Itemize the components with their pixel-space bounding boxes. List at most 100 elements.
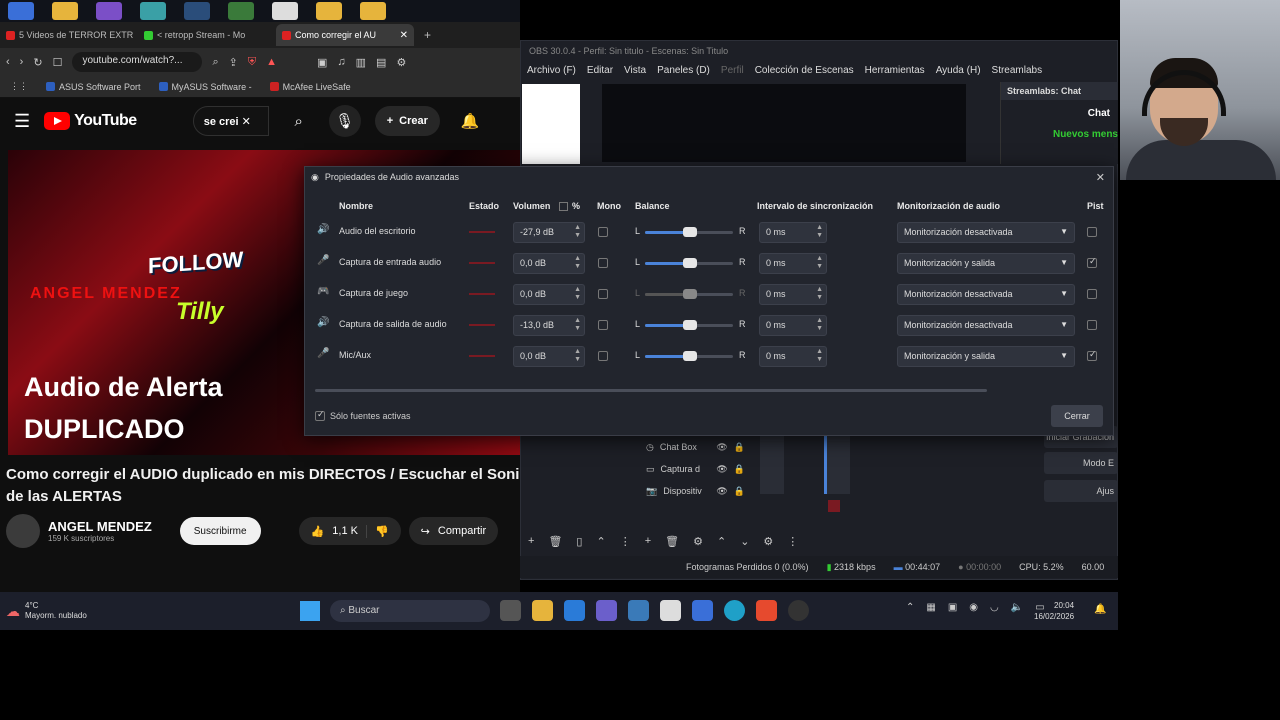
horizontal-scrollbar[interactable] [315, 389, 987, 392]
subscribe-button[interactable]: Suscribirme [179, 517, 261, 545]
like-button[interactable]: 👍 1,1 K 👎 [298, 517, 401, 545]
close-button[interactable]: Cerrar [1051, 405, 1103, 427]
volume-spinbox[interactable]: -27,9 dB ▲ ▼ [513, 222, 585, 243]
folder-icon[interactable] [360, 2, 386, 20]
vpn-icon[interactable]: ⚙ [396, 56, 406, 69]
up-icon[interactable]: ⌃ [596, 535, 605, 548]
volume-spinbox[interactable]: 0,0 dB ▲ ▼ [513, 346, 585, 367]
lock-icon[interactable]: 🔒 [734, 486, 745, 497]
app-icon[interactable] [228, 2, 254, 20]
back-icon[interactable]: ‹ [6, 56, 10, 68]
spin-arrows-icon[interactable]: ▲ ▼ [816, 255, 823, 271]
notification-icon[interactable]: 🔔 [1094, 604, 1106, 615]
menu-archivo[interactable]: Archivo (F) [527, 65, 576, 79]
monitoring-dropdown[interactable]: Monitorización y salida ▼ [897, 346, 1075, 367]
spin-arrows-icon[interactable]: ▲ ▼ [574, 317, 581, 333]
sync-offset-spinbox[interactable]: 0 ms ▲ ▼ [759, 346, 827, 367]
app-icon[interactable] [692, 600, 713, 621]
monitoring-dropdown[interactable]: Monitorización desactivada ▼ [897, 284, 1075, 305]
balance-handle[interactable] [683, 289, 697, 299]
avatar[interactable] [6, 514, 40, 548]
taskview-icon[interactable] [500, 600, 521, 621]
monitoring-dropdown[interactable]: Monitorización y salida ▼ [897, 253, 1075, 274]
menu-icon[interactable]: ☰ [14, 111, 30, 132]
browser-tab[interactable]: 5 Videos de TERROR EXTR [0, 24, 138, 46]
mono-checkbox[interactable] [598, 351, 608, 361]
vscode-icon[interactable] [564, 600, 585, 621]
source-item[interactable]: 📷 Dispositiv 👁 🔒 [640, 480, 745, 502]
mute-indicator[interactable] [828, 500, 840, 512]
close-icon[interactable]: ✕ [1096, 171, 1105, 184]
balance-handle[interactable] [683, 351, 697, 361]
add-icon[interactable]: + [528, 535, 534, 547]
track-checkbox[interactable] [1087, 256, 1097, 268]
extensions-icon[interactable]: ▣ [317, 56, 327, 69]
spin-arrows-icon[interactable]: ▲ ▼ [816, 317, 823, 333]
tray-icon[interactable]: ◉ [969, 602, 978, 613]
wallet-icon[interactable]: ▤ [376, 56, 386, 69]
sync-offset-spinbox[interactable]: 0 ms ▲ ▼ [759, 253, 827, 274]
filter-icon[interactable]: ▯ [576, 535, 582, 548]
obs-app-icon[interactable] [788, 600, 809, 621]
mixer-fader[interactable] [824, 436, 827, 494]
brave-shield-icon[interactable]: ⛨ [248, 56, 256, 69]
rewards-icon[interactable]: ▲ [266, 56, 277, 68]
url-field[interactable]: youtube.com/watch?... [72, 52, 203, 72]
trash-icon[interactable]: 🗑 [548, 535, 562, 548]
up-icon[interactable]: ⌃ [717, 535, 726, 548]
spin-arrows-icon[interactable]: ▲ ▼ [574, 286, 581, 302]
menu-editar[interactable]: Editar [587, 65, 613, 79]
trash-icon[interactable]: 🗑 [665, 535, 679, 548]
tray-icon[interactable]: ▦ [926, 602, 935, 613]
volume-spinbox[interactable]: 0,0 dB ▲ ▼ [513, 284, 585, 305]
windows-start-icon[interactable] [300, 601, 320, 621]
menu-perfil[interactable]: Perfil [721, 65, 744, 79]
youtube-logo[interactable]: YouTube [44, 112, 137, 130]
bookmark-item[interactable]: MyASUS Software - [158, 82, 252, 92]
zoom-icon[interactable]: ⌕ [212, 56, 218, 69]
track-checkbox[interactable] [1087, 227, 1097, 237]
volume-spinbox[interactable]: 0,0 dB ▲ ▼ [513, 253, 585, 274]
create-button[interactable]: + Crear [374, 106, 440, 136]
microphone-icon[interactable]: 🎙 [328, 105, 361, 137]
mono-checkbox[interactable] [598, 258, 608, 268]
brave-icon[interactable] [756, 600, 777, 621]
steam-icon[interactable] [184, 2, 210, 20]
spin-arrows-icon[interactable]: ▲ ▼ [574, 224, 581, 240]
clear-icon[interactable]: ✕ [242, 116, 251, 128]
sync-offset-spinbox[interactable]: 0 ms ▲ ▼ [759, 284, 827, 305]
eye-icon[interactable]: 👁 [716, 486, 727, 497]
source-item[interactable]: ▭ Captura d 👁 🔒 [640, 458, 745, 480]
browser-tab-active[interactable]: Como corregir el AU ✕ [276, 24, 414, 46]
spin-arrows-icon[interactable]: ▲ ▼ [816, 224, 823, 240]
browser-tab[interactable]: < retropp Stream - Mo [138, 24, 276, 46]
studio-mode-button[interactable]: Modo E [1044, 452, 1118, 474]
bookmark-item[interactable]: ASUS Software Port [46, 82, 141, 92]
menu-herramientas[interactable]: Herramientas [865, 65, 925, 79]
balance-handle[interactable] [683, 320, 697, 330]
spin-arrows-icon[interactable]: ▲ ▼ [816, 348, 823, 364]
mono-checkbox[interactable] [598, 227, 608, 237]
lock-icon[interactable]: 🔒 [734, 464, 745, 475]
close-tab-icon[interactable]: ✕ [400, 30, 408, 41]
app-icon[interactable] [8, 2, 34, 20]
forward-icon[interactable]: › [20, 56, 24, 68]
mono-checkbox[interactable] [598, 320, 608, 330]
chevron-up-icon[interactable]: ⌃ [906, 602, 914, 613]
source-item[interactable]: ◷ Chat Box 👁 🔒 [640, 436, 745, 458]
down-icon[interactable]: ⌄ [740, 535, 749, 548]
obs-preview[interactable] [602, 84, 966, 162]
apps-icon[interactable]: ⋮⋮ [10, 81, 28, 92]
settings-button[interactable]: Ajus [1044, 480, 1118, 502]
more-icon[interactable]: ⋮ [787, 535, 798, 548]
teams-icon[interactable] [596, 600, 617, 621]
clock[interactable]: 20:04 16/02/2026 [1034, 600, 1074, 622]
sidebar-icon[interactable]: ▥ [356, 56, 366, 69]
wifi-icon[interactable]: ◡ [990, 602, 999, 613]
mono-checkbox[interactable] [598, 289, 608, 299]
menu-escenas[interactable]: Colección de Escenas [755, 65, 854, 79]
percent-checkbox[interactable] [559, 202, 568, 211]
notifications-icon[interactable]: 🔔 [454, 105, 486, 137]
active-only-option[interactable]: Sólo fuentes activas [315, 409, 411, 421]
monitoring-dropdown[interactable]: Monitorización desactivada ▼ [897, 315, 1075, 336]
